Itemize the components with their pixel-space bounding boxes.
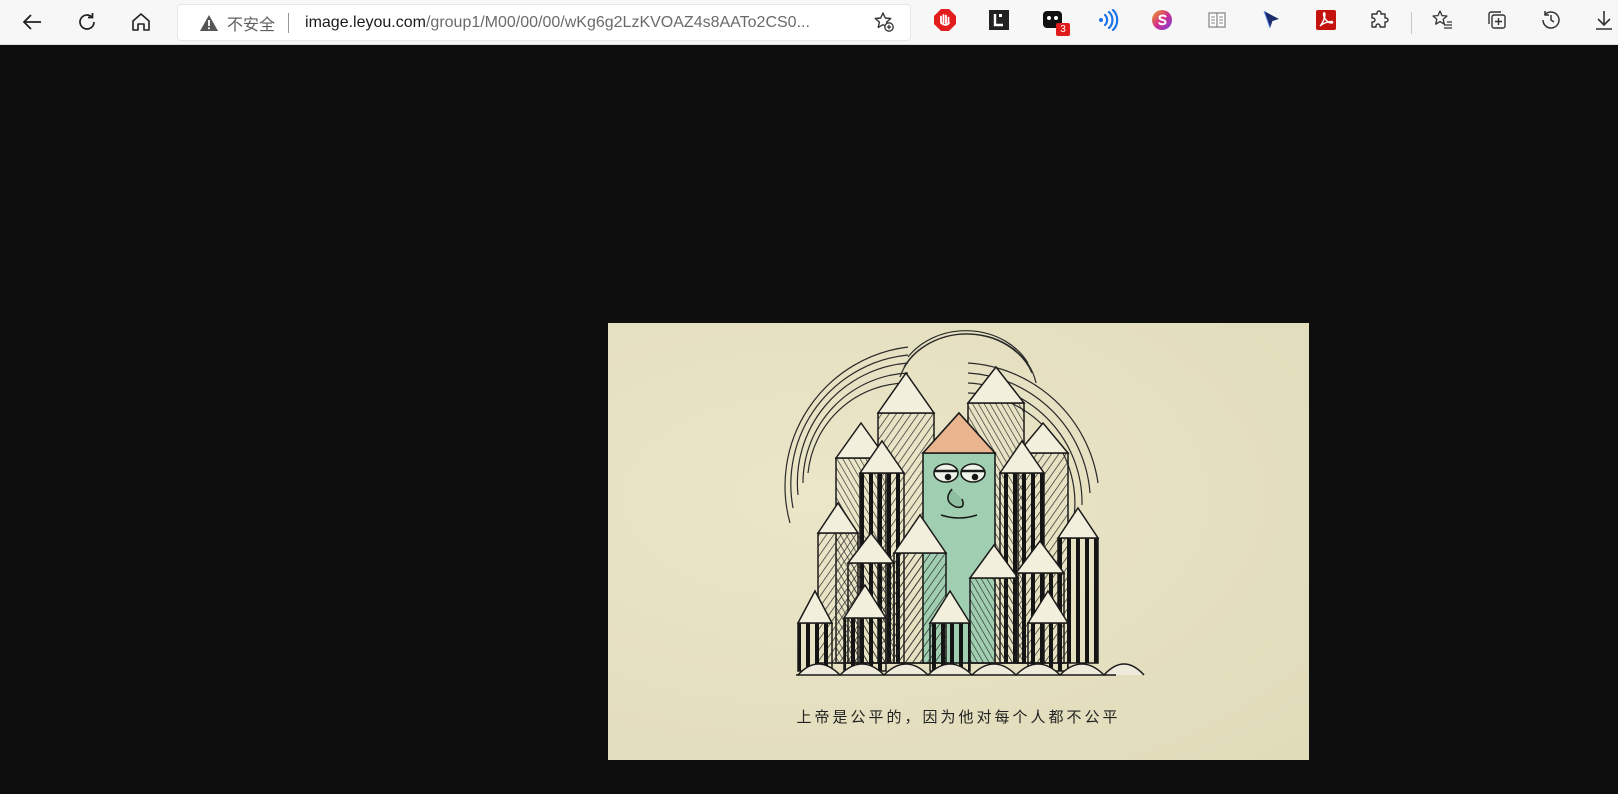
badge-extension[interactable]: 3 — [1039, 8, 1070, 36]
home-icon — [130, 11, 152, 33]
history-button[interactable] — [1537, 8, 1565, 36]
pdf-extension[interactable] — [1312, 8, 1340, 36]
refresh-icon — [76, 11, 98, 33]
favorites-button[interactable] — [1428, 8, 1456, 36]
reader-extension[interactable] — [1203, 8, 1231, 36]
url-text[interactable]: image.leyou.com/group1/M00/00/00/wKg6g2L… — [305, 14, 845, 32]
cursor-icon — [1260, 9, 1282, 36]
address-bar[interactable]: 不安全 image.leyou.com/group1/M00/00/00/wKg… — [177, 4, 911, 41]
s-logo-icon — [1151, 9, 1173, 36]
letterbox-extension[interactable] — [985, 8, 1013, 36]
warning-icon[interactable] — [199, 13, 219, 33]
displayed-image[interactable]: 上帝是公平的，因为他对每个人都不公平 — [608, 323, 1309, 760]
address-divider — [288, 12, 290, 33]
add-favorite-button[interactable] — [872, 11, 896, 38]
s-extension[interactable] — [1148, 8, 1176, 36]
pencils-illustration — [784, 330, 1145, 677]
arrow-left-icon — [21, 11, 43, 33]
downloads-icon — [1593, 9, 1615, 36]
adblock-icon — [933, 8, 957, 37]
image-viewer: 上帝是公平的，因为他对每个人都不公平 — [0, 45, 1618, 794]
reader-icon — [1206, 9, 1228, 36]
extensions-button[interactable] — [1366, 8, 1394, 36]
history-icon — [1540, 9, 1562, 36]
favorites-icon — [1431, 9, 1453, 36]
letterbox-icon — [988, 9, 1010, 36]
collections-button[interactable] — [1483, 8, 1511, 36]
home-button[interactable] — [124, 5, 158, 39]
adblock-extension[interactable] — [931, 8, 959, 36]
collections-icon — [1486, 9, 1508, 36]
downloads-button[interactable] — [1590, 8, 1618, 36]
toolbar-separator — [1411, 12, 1412, 34]
audio-extension[interactable] — [1094, 8, 1122, 36]
star-add-icon — [873, 11, 895, 38]
url-host: image.leyou.com — [305, 13, 426, 31]
back-button[interactable] — [15, 5, 49, 39]
security-status[interactable]: 不安全 — [227, 11, 275, 35]
browser-toolbar: 不安全 image.leyou.com/group1/M00/00/00/wKg… — [0, 0, 1618, 45]
extensions-icon — [1369, 9, 1391, 36]
refresh-button[interactable] — [70, 5, 104, 39]
pdf-icon — [1315, 9, 1337, 36]
audio-wave-icon — [1097, 8, 1119, 36]
url-path: /group1/M00/00/00/wKg6g2LzKVOAZ4s8AATo2C… — [425, 13, 810, 31]
cursor-extension[interactable] — [1257, 8, 1285, 36]
image-caption: 上帝是公平的，因为他对每个人都不公平 — [796, 708, 1121, 726]
extension-badge: 3 — [1056, 23, 1070, 36]
